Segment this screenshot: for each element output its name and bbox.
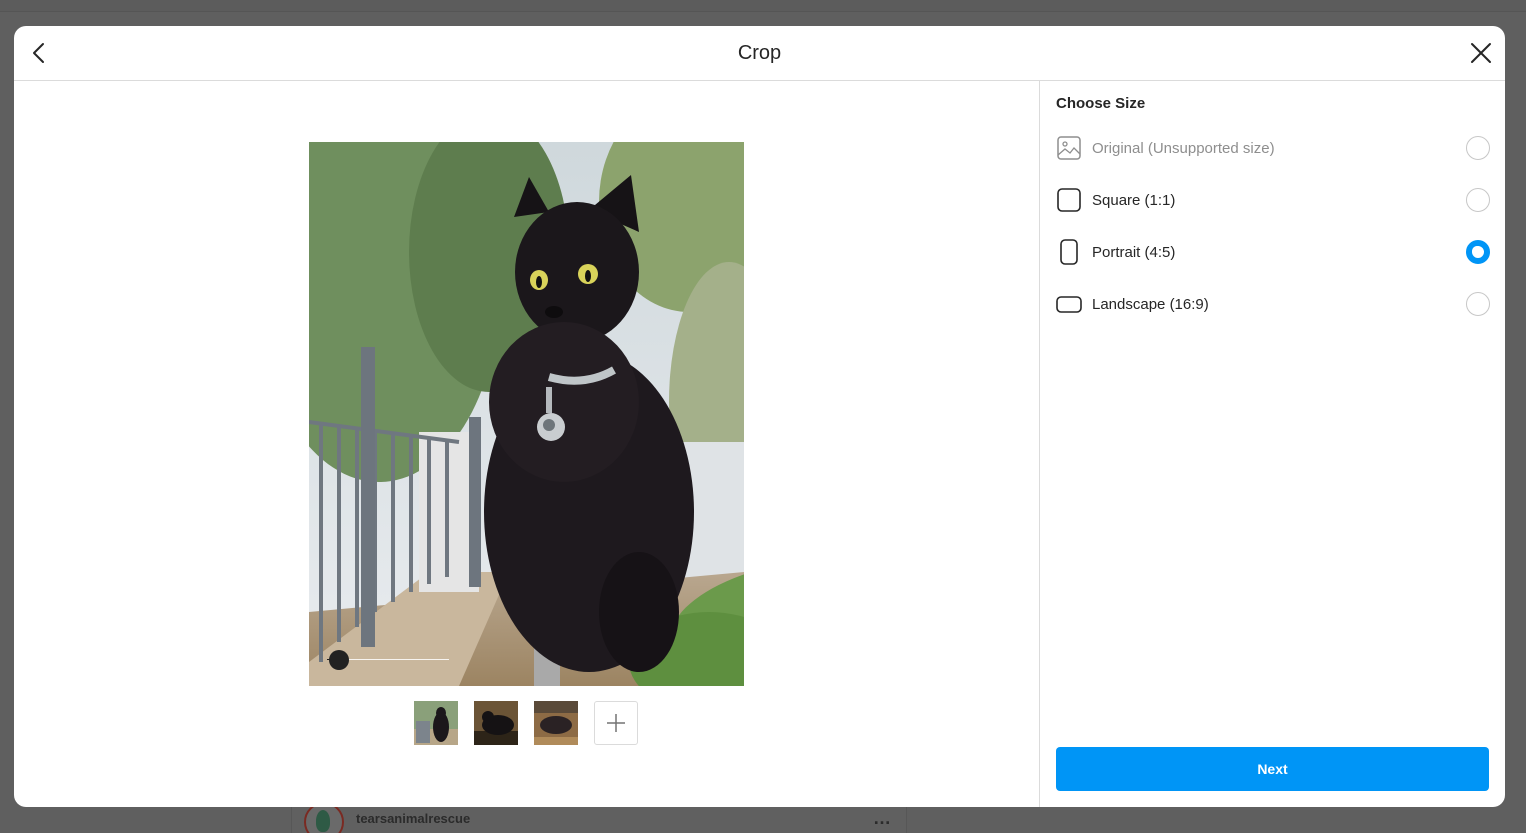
zoom-slider-thumb[interactable] [329, 650, 350, 670]
zoom-slider[interactable] [323, 650, 453, 670]
crop-option-landscape[interactable]: Landscape (16:9) [1056, 289, 1490, 319]
crop-option-label: Landscape (16:9) [1092, 295, 1209, 313]
modal-header: Crop [14, 26, 1505, 81]
image-icon [1056, 135, 1082, 161]
next-button[interactable]: Next [1056, 747, 1489, 791]
crop-option-label: Portrait (4:5) [1092, 243, 1176, 261]
crop-option-original[interactable]: Original (Unsupported size) [1056, 133, 1490, 163]
choose-size-heading: Choose Size [1056, 95, 1146, 112]
square-crop-icon [1056, 187, 1082, 213]
thumbnail-1[interactable] [414, 701, 458, 745]
portrait-crop-icon [1056, 239, 1082, 265]
close-icon [1471, 43, 1491, 63]
cat-photo [309, 142, 744, 686]
landscape-crop-icon [1056, 291, 1082, 317]
crop-option-radio[interactable] [1466, 188, 1490, 212]
close-button[interactable] [1467, 39, 1495, 67]
crop-option-portrait[interactable]: Portrait (4:5) [1056, 237, 1490, 267]
crop-option-label: Original (Unsupported size) [1092, 139, 1275, 157]
media-area [14, 81, 1039, 807]
background-username: tearsanimalrescue [356, 811, 471, 826]
crop-size-panel: Choose Size Original (Unsupported size) … [1039, 81, 1505, 807]
crop-modal: Crop Choose Size Original (Unsupported s… [14, 26, 1505, 807]
add-media-button[interactable] [594, 701, 638, 745]
modal-title: Crop [737, 42, 782, 64]
crop-option-label: Square (1:1) [1092, 191, 1176, 209]
crop-option-radio[interactable] [1466, 136, 1490, 160]
plus-icon [607, 714, 625, 732]
media-thumbnails [414, 701, 638, 745]
crop-option-radio[interactable] [1466, 292, 1490, 316]
thumbnail-2[interactable] [474, 701, 518, 745]
thumbnail-3[interactable] [534, 701, 578, 745]
crop-option-square[interactable]: Square (1:1) [1056, 185, 1490, 215]
leaf-logo-icon [316, 810, 330, 832]
crop-option-radio-selected[interactable] [1466, 240, 1490, 264]
background-top-bar [0, 0, 1526, 12]
more-options-icon: … [873, 808, 892, 828]
crop-preview-photo[interactable] [309, 142, 744, 686]
